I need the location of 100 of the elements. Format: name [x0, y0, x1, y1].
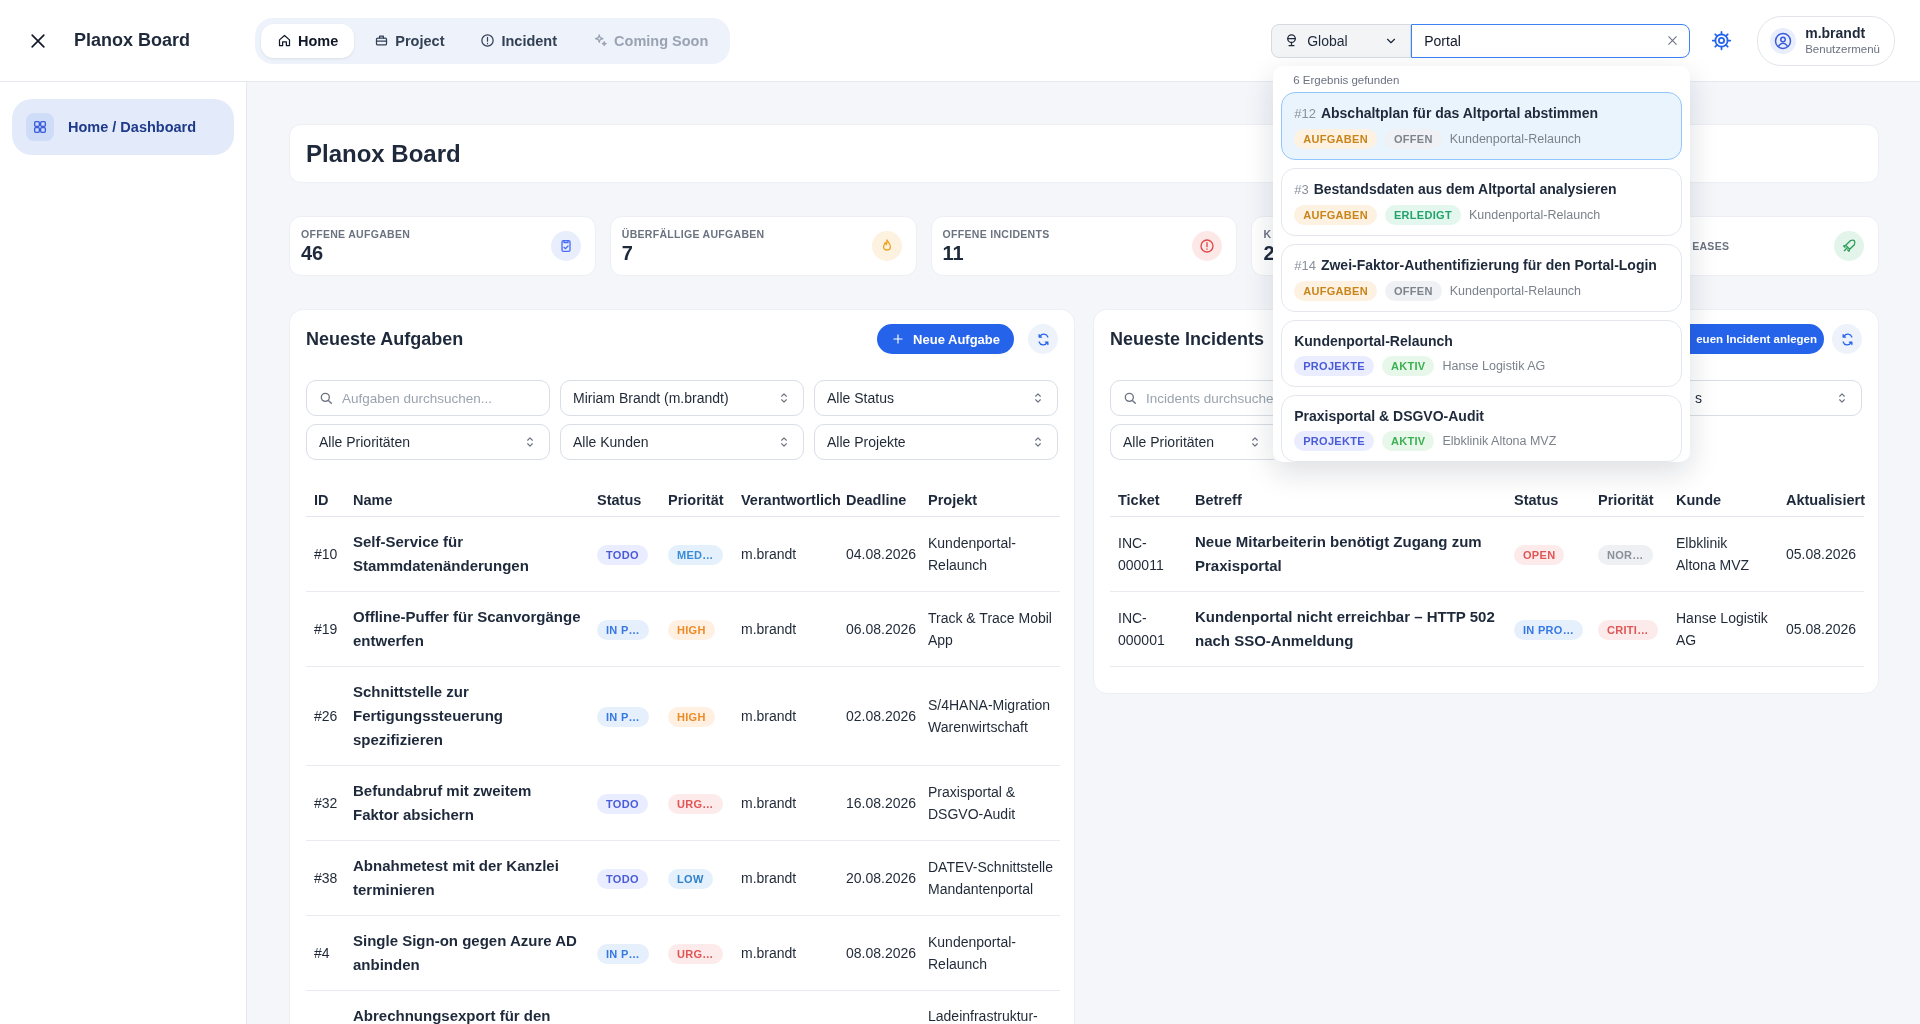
- table-cell: Offline-Puffer für Scanvorgänge entwerfen: [345, 591, 589, 667]
- table-cell: m.brandt: [733, 591, 838, 667]
- table-cell: Single Sign-on gegen Azure AD anbinden: [345, 915, 589, 991]
- result-ref: #14: [1294, 256, 1316, 275]
- result-title: Zwei-Faktor-Authentifizierung für den Portal-Login: [1320, 255, 1657, 275]
- table-cell: Abrechnungsexport für den: [345, 990, 589, 1024]
- column-header: Status: [589, 483, 660, 517]
- table-cell: Befundabruf mit zweitem Faktor absichern: [345, 765, 589, 841]
- column-header: ID: [306, 483, 345, 517]
- column-header: Name: [345, 483, 589, 517]
- app-title: Planox Board: [74, 30, 192, 51]
- result-ref: #3: [1294, 180, 1309, 199]
- table-cell: DATEV-Schnittstelle Mandantenportal: [920, 840, 1060, 916]
- table-cell: 08.08.2026: [838, 915, 920, 991]
- panel-title: Neueste Aufgaben: [306, 328, 464, 350]
- result-title: Bestandsdaten aus dem Altportal analysieren: [1313, 179, 1617, 199]
- type-badge: AUFGABEN: [1294, 128, 1377, 149]
- table-cell: Schnittstelle zur Fertigungssteuerung spezifizieren: [345, 666, 589, 766]
- table-cell: Kundenportal-Relaunch: [920, 516, 1060, 592]
- priority-badge: LOW: [668, 869, 713, 889]
- kpi-label: K: [1263, 227, 1272, 240]
- table-cell: Elbklinik Altona MVZ: [1668, 516, 1778, 592]
- type-badge: PROJEKTE: [1294, 355, 1374, 376]
- table-cell: INC-000001: [1110, 591, 1187, 667]
- table-cell: 20.08.2026: [838, 840, 920, 916]
- result-count: 6 Ergebnis gefunden: [1292, 72, 1401, 88]
- table-cell: INC-000011: [1110, 516, 1187, 592]
- status-badge: IN P…: [597, 707, 649, 727]
- table-cell: #10: [306, 516, 345, 592]
- state-badge: AKTIV: [1381, 430, 1435, 451]
- page-title: Planox Board: [306, 139, 461, 168]
- table-cell: Kundenportal nicht erreichbar – HTTP 502 nach SSO-Anmeldung: [1187, 591, 1506, 667]
- result-ref: #12: [1294, 104, 1316, 123]
- status-badge: IN PRO…: [1514, 620, 1583, 640]
- table-cell: m.brandt: [733, 666, 838, 766]
- table-cell: #38: [306, 840, 345, 916]
- table-cell: #19: [306, 591, 345, 667]
- table-cell: Abnahmetest mit der Kanzlei terminieren: [345, 840, 589, 916]
- state-badge: OFFEN: [1384, 280, 1442, 301]
- state-badge: ERLEDIGT: [1384, 204, 1461, 225]
- type-badge: AUFGABEN: [1294, 204, 1377, 225]
- table-cell: 05.08.2026: [1778, 591, 1864, 667]
- priority-badge: URG…: [668, 794, 723, 814]
- priority-badge: CRITI…: [1598, 620, 1658, 640]
- column-header: Projekt: [920, 483, 1060, 517]
- table-cell: S/4HANA-Migration Warenwirtschaft: [920, 666, 1060, 766]
- kpi-label: OFFENE AUFGABEN: [301, 227, 411, 240]
- column-header: Priorität: [660, 483, 733, 517]
- table-cell: m.brandt: [733, 840, 838, 916]
- table-cell: Hanse Logistik AG: [1668, 591, 1778, 667]
- table-cell: m.brandt: [733, 915, 838, 991]
- result-context: Elbklinik Altona MVZ: [1442, 433, 1557, 448]
- table-cell: m.brandt: [733, 765, 838, 841]
- table-cell: 05.08.2026: [1778, 516, 1864, 592]
- result-context: Hanse Logistik AG: [1442, 358, 1546, 373]
- kpi-label: ÜBERFÄLLIGE AUFGABEN: [621, 227, 765, 240]
- kpi-value: 11: [942, 241, 964, 265]
- type-badge: PROJEKTE: [1294, 430, 1374, 451]
- type-badge: AUFGABEN: [1294, 280, 1377, 301]
- table-cell: 04.08.2026: [838, 516, 920, 592]
- priority-badge: HIGH: [668, 707, 715, 727]
- column-header: Kunde: [1668, 483, 1778, 517]
- result-context: Kundenportal-Relaunch: [1468, 207, 1601, 222]
- column-header: Priorität: [1590, 483, 1668, 517]
- panel-title: Neueste Incidents: [1110, 328, 1265, 350]
- priority-badge: NOR…: [1598, 545, 1653, 565]
- priority-badge: URG…: [668, 944, 723, 964]
- status-badge: OPEN: [1514, 545, 1565, 565]
- status-badge: TODO: [597, 794, 648, 814]
- table-cell: Praxisportal & DSGVO-Audit: [920, 765, 1060, 841]
- status-badge: TODO: [597, 869, 648, 889]
- table-cell: Self-Service für Stammdatenänderungen: [345, 516, 589, 592]
- table-cell: 16.08.2026: [838, 765, 920, 841]
- result-title: Kundenportal-Relaunch: [1294, 331, 1453, 351]
- status-badge: IN P…: [597, 620, 649, 640]
- table-cell: 02.08.2026: [838, 666, 920, 766]
- status-badge: TODO: [597, 545, 648, 565]
- priority-badge: HIGH: [668, 620, 715, 640]
- column-header: Verantwortlich: [733, 483, 838, 517]
- table-cell: #32: [306, 765, 345, 841]
- column-header: Status: [1506, 483, 1590, 517]
- status-badge: IN P…: [597, 944, 649, 964]
- table-cell: Ladeinfrastruktur-: [920, 990, 1060, 1024]
- table-cell: Kundenportal-Relaunch: [920, 915, 1060, 991]
- kpi-label: EASES: [1692, 240, 1730, 252]
- state-badge: OFFEN: [1384, 128, 1442, 149]
- table-cell: m.brandt: [733, 516, 838, 592]
- table-cell: Track & Trace Mobil App: [920, 591, 1060, 667]
- result-context: Kundenportal-Relaunch: [1449, 131, 1582, 146]
- result-context: Kundenportal-Relaunch: [1449, 283, 1582, 298]
- table-cell: #4: [306, 915, 345, 991]
- column-header: Aktualisiert: [1778, 483, 1864, 517]
- table-cell: 06.08.2026: [838, 591, 920, 667]
- kpi-value: 46: [301, 241, 324, 265]
- state-badge: AKTIV: [1381, 355, 1435, 376]
- column-header: Betreff: [1187, 483, 1506, 517]
- column-header: Ticket: [1110, 483, 1187, 517]
- priority-badge: MED…: [668, 545, 723, 565]
- kpi-label: OFFENE INCIDENTS: [942, 227, 1050, 240]
- result-title: Abschaltplan für das Altportal abstimmen: [1320, 103, 1599, 123]
